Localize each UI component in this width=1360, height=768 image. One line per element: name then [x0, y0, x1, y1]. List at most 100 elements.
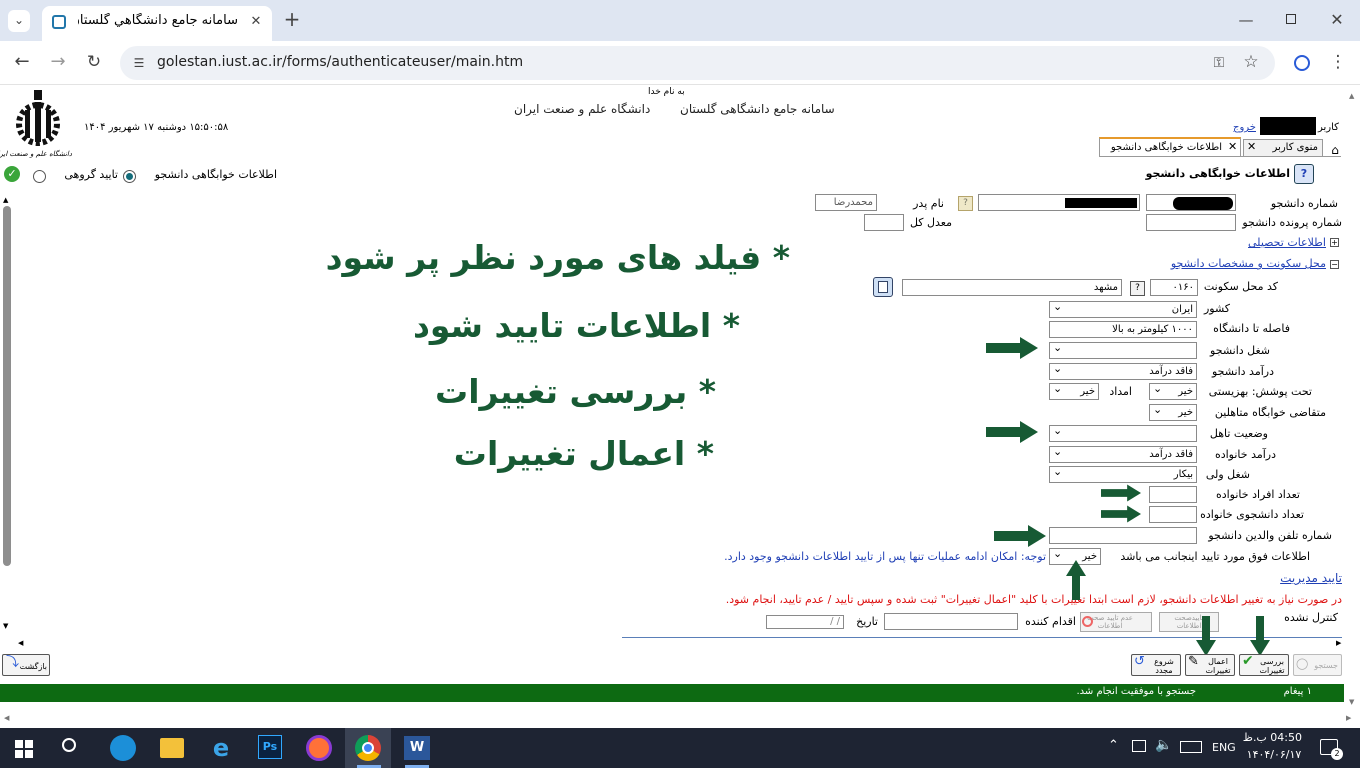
close-window-icon[interactable]: ✕: [1327, 10, 1347, 30]
scroll-up-icon[interactable]: ▲: [3, 196, 8, 204]
country-select[interactable]: ایران: [1049, 301, 1197, 318]
password-key-icon[interactable]: ⚿: [1208, 53, 1230, 73]
arrow-confirm-icon: [1066, 560, 1086, 600]
tray-chevron-icon[interactable]: ⌃: [1108, 738, 1119, 753]
management-approval-link[interactable]: تایید مدیریت: [1270, 571, 1342, 585]
academic-info-link[interactable]: اطلاعات تحصیلی: [1230, 236, 1326, 249]
network-icon[interactable]: [1132, 740, 1146, 752]
logout-link[interactable]: خروج: [1233, 122, 1256, 133]
student-name-field[interactable]: [978, 194, 1140, 211]
scroll-left-icon[interactable]: ◀: [18, 639, 23, 647]
coverage-label: تحت پوشش: بهزیستی: [1208, 385, 1312, 398]
file-explorer-icon[interactable]: [160, 738, 184, 758]
tab-user-menu[interactable]: ✕ منوی کاربر: [1243, 139, 1323, 156]
search-button[interactable]: ◯ جستجو: [1293, 654, 1342, 676]
browser-tab[interactable]: سامانه جامع دانشگاهي گلستان - ✕: [42, 6, 272, 41]
coverage-select[interactable]: خیر: [1149, 383, 1197, 400]
review-changes-button[interactable]: ✔ بررسی تغییرات: [1239, 654, 1289, 676]
site-info-icon[interactable]: ☰: [130, 53, 148, 73]
residence-code-field[interactable]: ۰۱۶۰: [1150, 279, 1198, 296]
restart-button[interactable]: ↺ شروع مجدد: [1131, 654, 1181, 676]
browser-menu-icon[interactable]: ⋮: [1328, 52, 1348, 72]
page-scrollbar-down-icon[interactable]: ▼: [1349, 698, 1354, 706]
residence-city-field[interactable]: مشهد: [902, 279, 1122, 296]
reload-icon[interactable]: ↻: [83, 52, 105, 72]
tab-search-icon[interactable]: ⌄: [8, 10, 30, 32]
back-button[interactable]: ⤵ بازگشت: [2, 654, 50, 676]
close-icon[interactable]: ✕: [1247, 140, 1256, 153]
family-size-field[interactable]: [1149, 486, 1197, 503]
family-income-select[interactable]: فاقد درآمد: [1049, 446, 1197, 463]
parents-phone-field[interactable]: [1049, 527, 1197, 544]
page-scrollbar-right-icon[interactable]: ▶: [1346, 714, 1351, 722]
family-students-field[interactable]: [1149, 506, 1197, 523]
back-icon[interactable]: ←: [11, 52, 33, 72]
address-bar[interactable]: ☰ golestan.iust.ac.ir/forms/authenticate…: [120, 46, 1275, 80]
radio-group-confirm[interactable]: [33, 170, 46, 183]
minimize-icon[interactable]: —: [1236, 10, 1256, 30]
help-icon[interactable]: ?: [1294, 164, 1314, 184]
lookup-help-icon[interactable]: ?: [958, 196, 973, 211]
radio-dorm-info[interactable]: [123, 170, 136, 183]
volume-icon[interactable]: 🔈: [1155, 737, 1172, 753]
apply-changes-button[interactable]: ✎ اعمال تغییرات: [1185, 654, 1235, 676]
url-text[interactable]: golestan.iust.ac.ir/forms/authenticateus…: [157, 54, 523, 70]
guardian-job-select[interactable]: بیکار: [1049, 466, 1197, 483]
page-content: دانشگاه علم و صنعت ایران ۱۵:۵۰:۵۸ دوشنبه…: [0, 86, 1360, 728]
internet-explorer-icon[interactable]: e: [208, 734, 234, 762]
distance-label: فاصله تا دانشگاه: [1213, 322, 1290, 335]
tab-dorm-info[interactable]: ✕ اطلاعات خوابگاهی دانشجو: [1099, 137, 1241, 156]
student-number-field[interactable]: [1146, 194, 1236, 211]
taskbar-search-icon[interactable]: [62, 738, 76, 752]
page-scrollbar-left-icon[interactable]: ◀: [4, 714, 9, 722]
actor-label: اقدام کننده: [1025, 615, 1076, 628]
word-icon[interactable]: W: [404, 736, 430, 760]
distance-field[interactable]: ۱۰۰۰ کیلومتر به بالا: [1049, 321, 1197, 338]
language-indicator[interactable]: ENG: [1212, 741, 1236, 754]
married-dorm-select[interactable]: خیر: [1149, 404, 1197, 421]
system-title: سامانه جامع دانشگاهی گلستان: [680, 102, 835, 116]
country-label: کشور: [1203, 302, 1230, 315]
file-number-label: شماره پرونده دانشجو: [1242, 216, 1342, 229]
job-select[interactable]: [1049, 342, 1197, 359]
message-count[interactable]: ۱ پیغام: [1284, 686, 1312, 697]
edge-icon[interactable]: [110, 735, 136, 761]
collapse-minus-icon[interactable]: −: [1330, 260, 1339, 269]
firefox-icon[interactable]: [306, 735, 332, 761]
horizontal-scrollbar[interactable]: [18, 640, 1340, 649]
date-field[interactable]: / /: [766, 615, 844, 629]
arrow-family-students-icon: [1101, 505, 1141, 523]
profile-icon[interactable]: [1294, 55, 1310, 71]
new-tab-icon[interactable]: +: [281, 9, 303, 29]
income-select[interactable]: فاقد درآمد: [1049, 363, 1197, 380]
family-income-label: درآمد خانواده: [1214, 448, 1276, 461]
residence-info-link[interactable]: محل سکونت و مشخصات دانشجو: [1150, 257, 1326, 270]
gpa-field[interactable]: [864, 214, 904, 231]
chrome-icon[interactable]: [355, 735, 381, 761]
page-scrollbar-up-icon[interactable]: ▲: [1349, 92, 1354, 100]
actor-field[interactable]: [884, 613, 1018, 630]
scroll-right-icon[interactable]: ▶: [1336, 639, 1341, 647]
clock-date[interactable]: ۱۴۰۴/۰۶/۱۷: [1246, 748, 1302, 761]
scroll-down-icon[interactable]: ▼: [3, 622, 8, 630]
father-name-field[interactable]: محمدرضا: [815, 194, 877, 211]
close-tab-icon[interactable]: ✕: [246, 12, 266, 32]
relief-select[interactable]: خیر: [1049, 383, 1099, 400]
keyboard-icon[interactable]: [1180, 741, 1202, 753]
lookup-icon[interactable]: ?: [1130, 281, 1145, 296]
maximize-icon[interactable]: [1286, 14, 1296, 24]
bookmark-star-icon[interactable]: ☆: [1240, 52, 1262, 72]
review-button-label: بررسی تغییرات: [1259, 657, 1285, 675]
photoshop-icon[interactable]: Ps: [258, 735, 282, 759]
start-windows-icon[interactable]: [15, 740, 33, 758]
home-icon[interactable]: ⌂: [1328, 140, 1342, 160]
close-icon[interactable]: ✕: [1228, 140, 1237, 153]
windows-taskbar: e Ps W ⌃ 🔈 ENG 04:50 ب.ظ ۱۴۰۴/۰۶/۱۷ 2: [0, 728, 1360, 768]
expand-plus-icon[interactable]: +: [1330, 238, 1339, 247]
marital-select[interactable]: [1049, 425, 1197, 442]
notepad-icon[interactable]: [873, 277, 893, 297]
file-number-field[interactable]: [1146, 214, 1236, 231]
clock-time[interactable]: 04:50 ب.ظ: [1243, 731, 1302, 744]
forward-icon[interactable]: →: [47, 52, 69, 72]
vertical-scrollbar[interactable]: [2, 198, 12, 634]
